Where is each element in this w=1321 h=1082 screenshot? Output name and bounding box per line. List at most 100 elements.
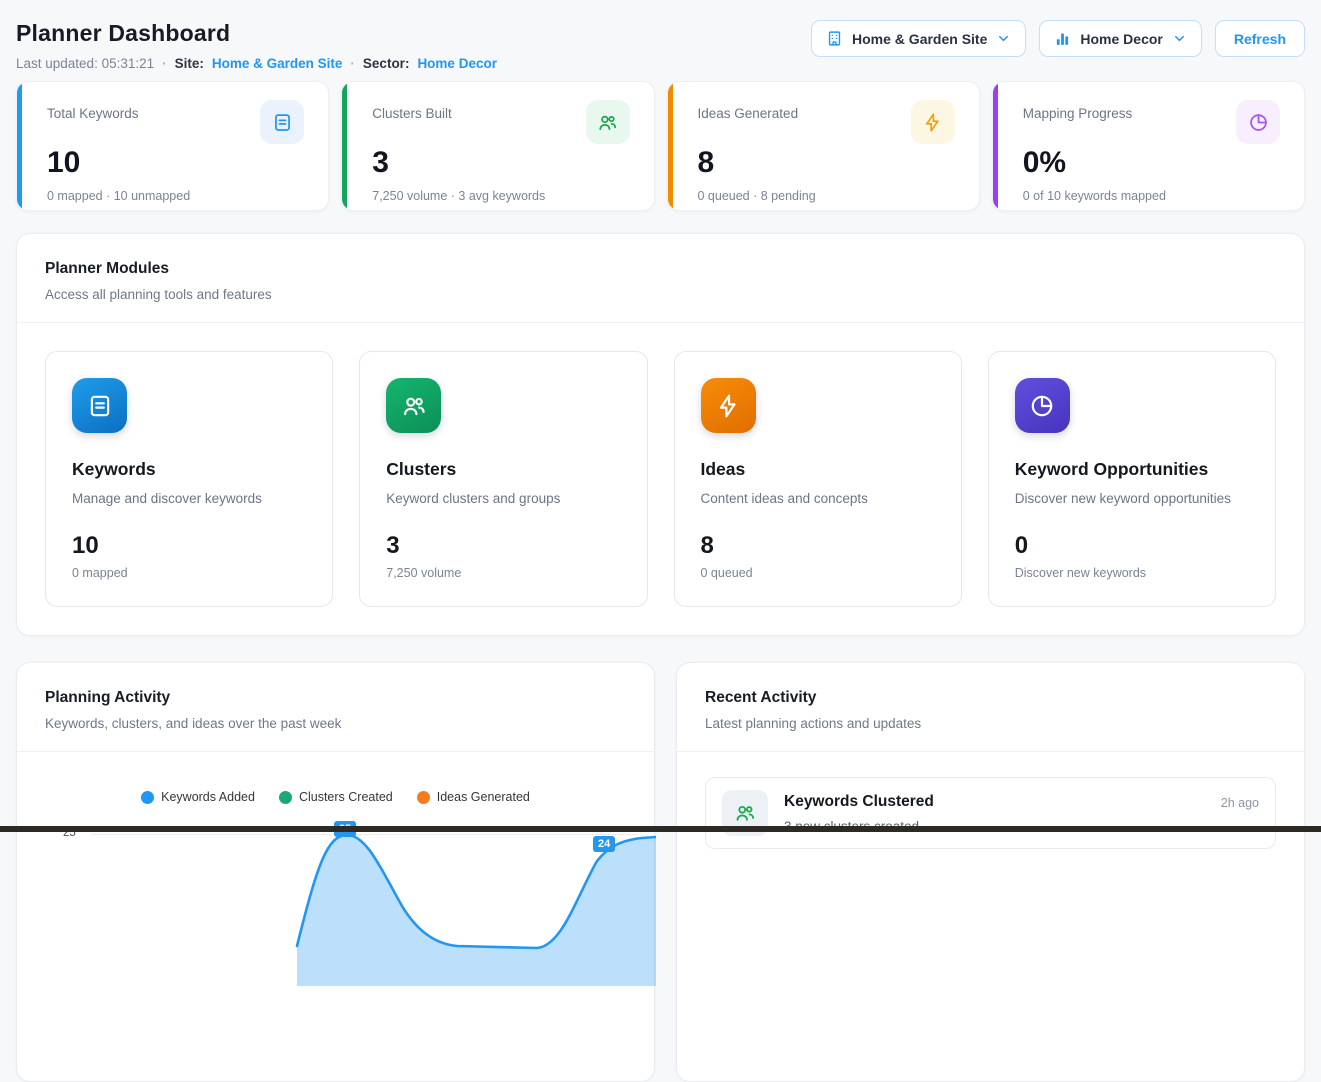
stat-value: 0% (1023, 146, 1280, 180)
users-icon (586, 100, 630, 144)
chart-plot-area: 25 25 24 (17, 826, 654, 986)
panel-title: Planner Modules (45, 260, 1276, 278)
modules-grid: Keywords Manage and discover keywords 10… (17, 323, 1304, 635)
legend-dot (279, 791, 292, 804)
module-sub: 0 mapped (72, 566, 306, 580)
header-controls: Home & Garden Site Home Decor Refresh (811, 20, 1305, 57)
module-title: Ideas (701, 459, 935, 480)
activity-item-title: Keywords Clustered (784, 793, 1205, 811)
module-value: 10 (72, 532, 306, 560)
legend-dot (141, 791, 154, 804)
stat-card-top: Mapping Progress (1023, 104, 1280, 144)
stat-sub: 7,250 volume · 3 avg keywords (372, 189, 629, 203)
panel-title: Recent Activity (705, 689, 1276, 707)
stat-card-top: Total Keywords (47, 104, 304, 144)
lightning-icon (701, 378, 756, 433)
building-icon (826, 30, 843, 47)
stat-label: Ideas Generated (698, 104, 799, 121)
module-card-keywords[interactable]: Keywords Manage and discover keywords 10… (45, 351, 333, 607)
keywords-added-series-curve (17, 826, 656, 986)
document-icon (72, 378, 127, 433)
chevron-down-icon (1172, 31, 1187, 46)
data-point-label: 24 (593, 836, 615, 852)
module-title: Keywords (72, 459, 306, 480)
legend-label: Keywords Added (161, 790, 255, 804)
document-icon (260, 100, 304, 144)
last-updated-text: Last updated: 05:31:21 (16, 56, 154, 71)
stat-sub: 0 mapped · 10 unmapped (47, 189, 304, 203)
legend-item-keywords-added[interactable]: Keywords Added (141, 790, 255, 804)
planner-modules-header: Planner Modules Access all planning tool… (17, 234, 1304, 323)
page-title: Planner Dashboard (16, 20, 497, 47)
stat-label: Mapping Progress (1023, 104, 1133, 121)
chevron-down-icon (996, 31, 1011, 46)
module-sub: 7,250 volume (386, 566, 620, 580)
site-label: Site: (175, 56, 204, 71)
module-description: Discover new keyword opportunities (1015, 491, 1249, 506)
bar-chart-icon (1054, 30, 1071, 47)
site-link[interactable]: Home & Garden Site (212, 56, 343, 71)
sector-selector-label: Home Decor (1080, 31, 1162, 47)
legend-item-clusters-created[interactable]: Clusters Created (279, 790, 393, 804)
stat-cards-row: Total Keywords 10 0 mapped · 10 unmapped… (16, 81, 1305, 211)
module-sub: Discover new keywords (1015, 566, 1249, 580)
stat-card-top: Ideas Generated (698, 104, 955, 144)
planner-modules-panel: Planner Modules Access all planning tool… (16, 233, 1305, 636)
site-selector-dropdown[interactable]: Home & Garden Site (811, 20, 1026, 57)
stat-card-mapping-progress: Mapping Progress 0% 0 of 10 keywords map… (992, 81, 1305, 211)
module-card-ideas[interactable]: Ideas Content ideas and concepts 8 0 que… (674, 351, 962, 607)
module-value: 0 (1015, 532, 1249, 560)
module-sub: 0 queued (701, 566, 935, 580)
stat-card-total-keywords: Total Keywords 10 0 mapped · 10 unmapped (16, 81, 329, 211)
chart-legend: Keywords Added Clusters Created Ideas Ge… (17, 790, 654, 804)
panel-title: Planning Activity (45, 689, 626, 707)
module-description: Manage and discover keywords (72, 491, 306, 506)
page-header-left: Planner Dashboard Last updated: 05:31:21… (16, 20, 497, 71)
activity-chart: Keywords Added Clusters Created Ideas Ge… (17, 790, 654, 986)
site-selector-label: Home & Garden Site (852, 31, 987, 47)
bottom-edge-bar (0, 826, 1321, 832)
recent-activity-header: Recent Activity Latest planning actions … (677, 663, 1304, 752)
planning-activity-header: Planning Activity Keywords, clusters, an… (17, 663, 654, 752)
accent-bar (342, 82, 347, 210)
legend-dot (417, 791, 430, 804)
module-title: Keyword Opportunities (1015, 459, 1249, 480)
sector-link[interactable]: Home Decor (417, 56, 497, 71)
stat-value: 8 (698, 146, 955, 180)
dashboard-page: Planner Dashboard Last updated: 05:31:21… (0, 0, 1321, 1082)
module-card-clusters[interactable]: Clusters Keyword clusters and groups 3 7… (359, 351, 647, 607)
pie-chart-icon (1236, 100, 1280, 144)
recent-activity-panel: Recent Activity Latest planning actions … (676, 662, 1305, 1082)
separator-dot: · (162, 56, 167, 71)
page-header: Planner Dashboard Last updated: 05:31:21… (16, 0, 1305, 71)
planning-activity-panel: Planning Activity Keywords, clusters, an… (16, 662, 655, 1082)
panel-subtitle: Keywords, clusters, and ideas over the p… (45, 716, 626, 731)
stat-value: 3 (372, 146, 629, 180)
stat-card-top: Clusters Built (372, 104, 629, 144)
legend-label: Clusters Created (299, 790, 393, 804)
sector-label: Sector: (363, 56, 410, 71)
panel-subtitle: Latest planning actions and updates (705, 716, 1276, 731)
refresh-button[interactable]: Refresh (1215, 20, 1305, 57)
legend-item-ideas-generated[interactable]: Ideas Generated (417, 790, 530, 804)
panel-subtitle: Access all planning tools and features (45, 287, 1276, 302)
stat-label: Total Keywords (47, 104, 139, 121)
module-description: Keyword clusters and groups (386, 491, 620, 506)
page-subtitle: Last updated: 05:31:21 · Site: Home & Ga… (16, 56, 497, 71)
stat-label: Clusters Built (372, 104, 452, 121)
module-value: 8 (701, 532, 935, 560)
module-description: Content ideas and concepts (701, 491, 935, 506)
accent-bar (668, 82, 673, 210)
stat-sub: 0 of 10 keywords mapped (1023, 189, 1280, 203)
legend-label: Ideas Generated (437, 790, 530, 804)
stat-value: 10 (47, 146, 304, 180)
accent-bar (993, 82, 998, 210)
accent-bar (17, 82, 22, 210)
stat-card-clusters-built: Clusters Built 3 7,250 volume · 3 avg ke… (341, 81, 654, 211)
separator-dot: · (350, 56, 355, 71)
stat-card-ideas-generated: Ideas Generated 8 0 queued · 8 pending (667, 81, 980, 211)
module-card-keyword-opportunities[interactable]: Keyword Opportunities Discover new keywo… (988, 351, 1276, 607)
sector-selector-dropdown[interactable]: Home Decor (1039, 20, 1201, 57)
bottom-row: Planning Activity Keywords, clusters, an… (16, 662, 1305, 1082)
stat-sub: 0 queued · 8 pending (698, 189, 955, 203)
